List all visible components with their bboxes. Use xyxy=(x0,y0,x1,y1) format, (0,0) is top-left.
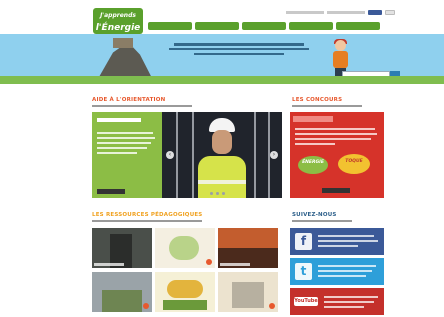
concours-card[interactable]: ÉNERGIE TOQUE xyxy=(290,112,384,198)
orientation-card-text-4 xyxy=(97,147,147,149)
nav-item-1[interactable] xyxy=(148,22,192,30)
hero-banner xyxy=(0,34,444,84)
twitter-text-3 xyxy=(318,275,366,277)
resource-thumb-label xyxy=(220,263,250,266)
facebook-text-2 xyxy=(318,240,378,242)
site-logo[interactable]: J'apprends l'Énergie xyxy=(93,8,143,34)
top-utility-links xyxy=(286,10,395,15)
castle-illustration xyxy=(113,38,133,48)
slider-dot[interactable] xyxy=(222,192,225,195)
resource-thumb-3[interactable] xyxy=(218,228,278,268)
tagline-line-2 xyxy=(169,47,309,51)
pylon-line-1 xyxy=(176,112,178,198)
nav-item-3[interactable] xyxy=(242,22,286,30)
vest-stripe xyxy=(198,180,246,184)
concours-toque-badge: TOQUE xyxy=(338,154,370,174)
resource-thumb-label xyxy=(94,263,124,266)
logo-line-2: l'Énergie xyxy=(95,23,141,33)
thumb-2-illustration xyxy=(169,236,199,260)
slider-dot[interactable] xyxy=(216,192,219,195)
nav-item-4[interactable] xyxy=(289,22,333,30)
nav-item-2[interactable] xyxy=(195,22,239,30)
twitter-block[interactable]: t xyxy=(290,258,384,285)
facebook-icon: f xyxy=(295,233,312,250)
utility-link-2[interactable] xyxy=(327,11,365,14)
pylon-line-2 xyxy=(192,112,194,198)
main-nav xyxy=(148,22,380,30)
chevron-left-icon[interactable]: ‹ xyxy=(166,151,174,159)
twitter-text-2 xyxy=(318,270,372,272)
follow-subtitle xyxy=(292,220,352,222)
worker-face xyxy=(212,130,232,154)
thumb-5-ground xyxy=(163,300,207,310)
resource-thumb-2[interactable] xyxy=(155,228,215,268)
page: J'apprends l'Énergie AIDE À L'ORIENTATIO… xyxy=(0,0,444,317)
ressources-subtitle xyxy=(92,220,202,222)
banner-tagline xyxy=(164,41,314,57)
tagline-line-1 xyxy=(174,43,304,46)
concours-text-1 xyxy=(295,128,375,130)
follow-heading: SUIVEZ-NOUS xyxy=(292,212,337,218)
slider-dot[interactable] xyxy=(210,192,213,195)
facebook-block[interactable]: f xyxy=(290,228,384,255)
concours-text-2 xyxy=(295,133,377,135)
thumb-6-badge xyxy=(269,303,275,309)
youtube-text-1 xyxy=(324,296,378,298)
facebook-text-3 xyxy=(318,245,358,247)
orientation-slider-photo: ‹ › xyxy=(162,112,282,198)
thumb-6-illustration xyxy=(232,282,264,308)
resource-thumb-4[interactable] xyxy=(92,272,152,312)
concours-text-3 xyxy=(295,138,371,140)
mascot-body xyxy=(333,51,348,68)
orientation-card-title xyxy=(97,118,141,122)
youtube-icon: YouTube xyxy=(294,297,318,306)
mascot-head xyxy=(335,40,346,51)
site-header: J'apprends l'Énergie xyxy=(0,0,444,34)
twitter-icon: t xyxy=(295,263,312,280)
resource-thumb-1[interactable] xyxy=(92,228,152,268)
facebook-text-1 xyxy=(318,235,374,237)
concours-more-button[interactable] xyxy=(322,188,350,193)
youtube-text-3 xyxy=(324,306,364,308)
slider-dots xyxy=(210,192,225,195)
concours-energie-badge: ÉNERGIE xyxy=(298,156,328,174)
youtube-text-2 xyxy=(324,301,374,303)
utility-link-1[interactable] xyxy=(286,11,324,14)
facebook-like-button[interactable] xyxy=(368,10,382,15)
pylon-line-3 xyxy=(254,112,256,198)
tagline-line-3 xyxy=(194,52,284,56)
orientation-card-text-5 xyxy=(97,152,137,154)
logo-line-1: J'apprends xyxy=(100,12,136,19)
resource-thumb-6[interactable] xyxy=(218,272,278,312)
youtube-block[interactable]: YouTube xyxy=(290,288,384,315)
thumb-5-badge-art xyxy=(167,280,203,298)
orientation-heading: AIDE À L'ORIENTATION xyxy=(92,97,166,103)
thumb-4-badge xyxy=(143,303,149,309)
concours-text-4 xyxy=(295,143,335,145)
thumb-4-building xyxy=(102,290,142,312)
orientation-card[interactable] xyxy=(92,112,162,198)
nav-item-5[interactable] xyxy=(336,22,380,30)
concours-subtitle xyxy=(292,105,362,107)
twitter-text-1 xyxy=(318,265,376,267)
thumb-2-badge xyxy=(206,259,212,265)
banner-ground xyxy=(0,76,444,84)
concours-tab[interactable] xyxy=(293,116,333,122)
orientation-more-button[interactable] xyxy=(97,189,125,194)
resource-thumb-5[interactable] xyxy=(155,272,215,312)
orientation-subtitle xyxy=(92,105,192,107)
ressources-heading: LES RESSOURCES PÉDAGOGIQUES xyxy=(92,212,203,218)
concours-heading: LES CONCOURS xyxy=(292,97,343,103)
share-button[interactable] xyxy=(385,10,395,15)
orientation-card-text-1 xyxy=(97,132,153,134)
orientation-card-text-2 xyxy=(97,137,155,139)
orientation-card-text-3 xyxy=(97,142,151,144)
chevron-right-icon[interactable]: › xyxy=(270,151,278,159)
